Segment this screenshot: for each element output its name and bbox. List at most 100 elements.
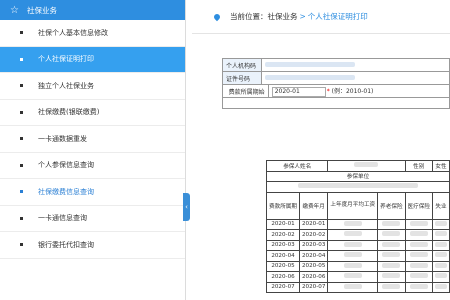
redacted-value bbox=[434, 220, 447, 226]
redacted-value bbox=[382, 241, 401, 247]
redacted-value bbox=[343, 252, 362, 258]
sidebar-header-label: 社保业务 bbox=[26, 5, 57, 15]
row-cell bbox=[377, 250, 406, 262]
breadcrumb-colon: ： bbox=[260, 12, 268, 21]
row-month: 2020-03 bbox=[298, 239, 329, 251]
redacted-value bbox=[343, 231, 362, 237]
row-cell bbox=[327, 218, 379, 230]
required-mark: * bbox=[326, 87, 330, 95]
insured-name-label: 参保人姓名 bbox=[265, 160, 329, 172]
redacted-value bbox=[343, 220, 362, 226]
redacted-value bbox=[265, 74, 355, 80]
sidebar-item-label: 一卡通数据重发 bbox=[38, 134, 87, 143]
row-period: 2020-05 bbox=[266, 260, 300, 272]
row-cell bbox=[327, 229, 379, 241]
row-month: 2020-01 bbox=[298, 218, 329, 230]
col-pay-month: 缴费年月 bbox=[298, 191, 329, 220]
sidebar: ☆ 社保业务 社保个人基本信息修改 个人社保证明打印 独立个人社保业务 社保缴费… bbox=[0, 0, 186, 300]
period-start-cell: 2020-01 * (例：2010-01) bbox=[267, 84, 450, 98]
sidebar-item-independent-business[interactable]: 独立个人社保业务 bbox=[0, 73, 185, 100]
insured-unit-label: 参保单位 bbox=[266, 170, 450, 182]
row-cell bbox=[404, 218, 433, 230]
gender-value: 女性 bbox=[431, 160, 450, 172]
row-cell bbox=[404, 239, 433, 251]
bullet-icon bbox=[20, 110, 23, 114]
redacted-value bbox=[265, 61, 355, 67]
main-content: 当前位置 ： 社保业务 > 个人社保证明打印 个人机构码 证件号码 费款所属期始… bbox=[192, 0, 450, 300]
row-cell bbox=[327, 271, 379, 283]
chevron-left-icon: ‹ bbox=[185, 203, 188, 211]
sidebar-item-payment-query[interactable]: 社保缴费信息查询 bbox=[0, 179, 185, 206]
row-cell bbox=[431, 229, 450, 241]
insured-name-value bbox=[327, 160, 406, 172]
bullet-icon bbox=[20, 137, 23, 141]
id-number-value bbox=[261, 71, 450, 85]
certificate-report: 参保人姓名 性别 女性 参保单位 费款所属期 缴费年月 上年度月平均工资 养老保… bbox=[265, 160, 450, 293]
sidebar-item-label: 个人参保信息查询 bbox=[38, 161, 94, 170]
row-cell bbox=[404, 281, 433, 293]
row-month: 2020-05 bbox=[298, 260, 329, 272]
divider bbox=[192, 33, 450, 34]
row-cell bbox=[377, 260, 406, 272]
period-start-label: 费款所属期始 bbox=[222, 84, 269, 98]
row-cell bbox=[327, 260, 379, 272]
row-cell bbox=[377, 218, 406, 230]
breadcrumb-section[interactable]: 社保业务 bbox=[268, 11, 298, 22]
redacted-value bbox=[382, 231, 401, 237]
redacted-value bbox=[298, 183, 418, 189]
row-cell bbox=[404, 229, 433, 241]
period-hint: (例：2010-01) bbox=[331, 87, 374, 95]
sidebar-item-label: 社保缴费信息查询 bbox=[38, 187, 94, 196]
sidebar-item-card-info-query[interactable]: 一卡通信息查询 bbox=[0, 206, 185, 232]
row-cell bbox=[327, 250, 379, 262]
sidebar-collapse-button[interactable]: ‹ bbox=[183, 193, 190, 221]
sidebar-item-bank-debit-query[interactable]: 银行委托代扣查询 bbox=[0, 232, 185, 259]
col-period: 费款所属期 bbox=[266, 191, 300, 220]
table-row: 2020-04 2020-04 bbox=[266, 250, 450, 262]
col-medical: 医疗保险 bbox=[404, 191, 433, 220]
sidebar-item-card-resend[interactable]: 一卡通数据重发 bbox=[0, 126, 185, 153]
sidebar-item-print-certificate[interactable]: 个人社保证明打印 bbox=[0, 46, 185, 73]
redacted-value bbox=[409, 241, 428, 247]
sidebar-item-label: 银行委托代扣查询 bbox=[38, 240, 94, 249]
row-cell bbox=[377, 271, 406, 283]
sidebar-item-insured-info-query[interactable]: 个人参保信息查询 bbox=[0, 153, 185, 179]
row-cell bbox=[431, 271, 450, 283]
sidebar-item-modify-basic-info[interactable]: 社保个人基本信息修改 bbox=[0, 20, 185, 47]
redacted-value bbox=[409, 231, 428, 237]
row-period: 2020-02 bbox=[266, 229, 300, 241]
sidebar-item-label: 一卡通信息查询 bbox=[38, 214, 87, 223]
row-cell bbox=[431, 260, 450, 272]
redacted-value bbox=[409, 220, 428, 226]
table-row: 2020-06 2020-06 bbox=[266, 271, 450, 283]
breadcrumb-separator: > bbox=[299, 12, 306, 21]
redacted-value bbox=[343, 241, 362, 247]
row-month: 2020-02 bbox=[298, 229, 329, 241]
redacted-value bbox=[343, 273, 362, 279]
bullet-icon bbox=[20, 243, 23, 247]
redacted-value bbox=[382, 262, 401, 268]
redacted-value bbox=[434, 262, 447, 268]
id-number-label: 证件号码 bbox=[222, 71, 262, 85]
form-empty-row bbox=[222, 97, 450, 109]
row-cell bbox=[404, 271, 433, 283]
redacted-value bbox=[434, 283, 447, 289]
redacted-value bbox=[382, 252, 401, 258]
sidebar-header[interactable]: ☆ 社保业务 bbox=[0, 0, 185, 20]
period-start-input[interactable]: 2020-01 bbox=[271, 86, 326, 97]
org-code-label: 个人机构码 bbox=[222, 58, 262, 72]
insured-unit-value bbox=[266, 181, 450, 193]
sidebar-item-unionpay-payment[interactable]: 社保缴费(银联缴费) bbox=[0, 100, 185, 126]
row-cell bbox=[377, 281, 406, 293]
bullet-icon bbox=[20, 216, 23, 220]
row-cell bbox=[404, 250, 433, 262]
redacted-value bbox=[343, 283, 362, 289]
row-cell bbox=[377, 229, 406, 241]
table-row: 2020-02 2020-02 bbox=[266, 229, 450, 241]
row-period: 2020-04 bbox=[266, 250, 300, 262]
bullet-icon bbox=[20, 84, 23, 88]
query-form: 个人机构码 证件号码 费款所属期始 2020-01 * (例：2010-01) bbox=[222, 58, 450, 109]
redacted-value bbox=[409, 283, 428, 289]
gender-label: 性别 bbox=[404, 160, 433, 172]
redacted-value bbox=[434, 273, 447, 279]
